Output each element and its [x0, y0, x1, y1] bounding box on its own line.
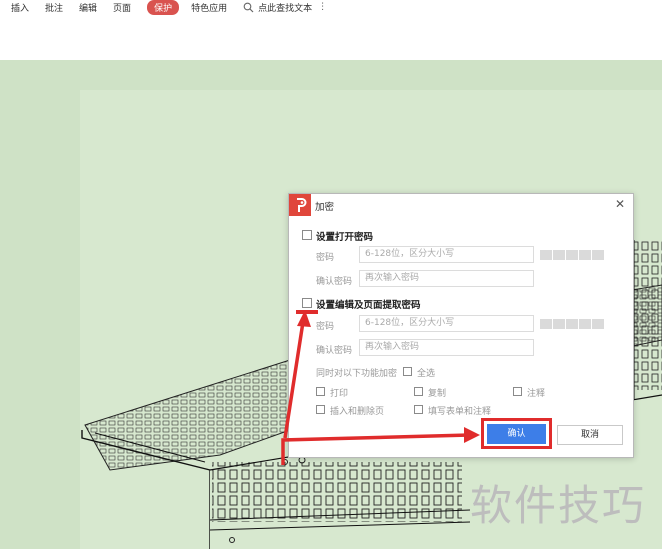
watermark-text: 软件技巧: [470, 481, 647, 530]
annotation-arrows: [281, 310, 480, 465]
